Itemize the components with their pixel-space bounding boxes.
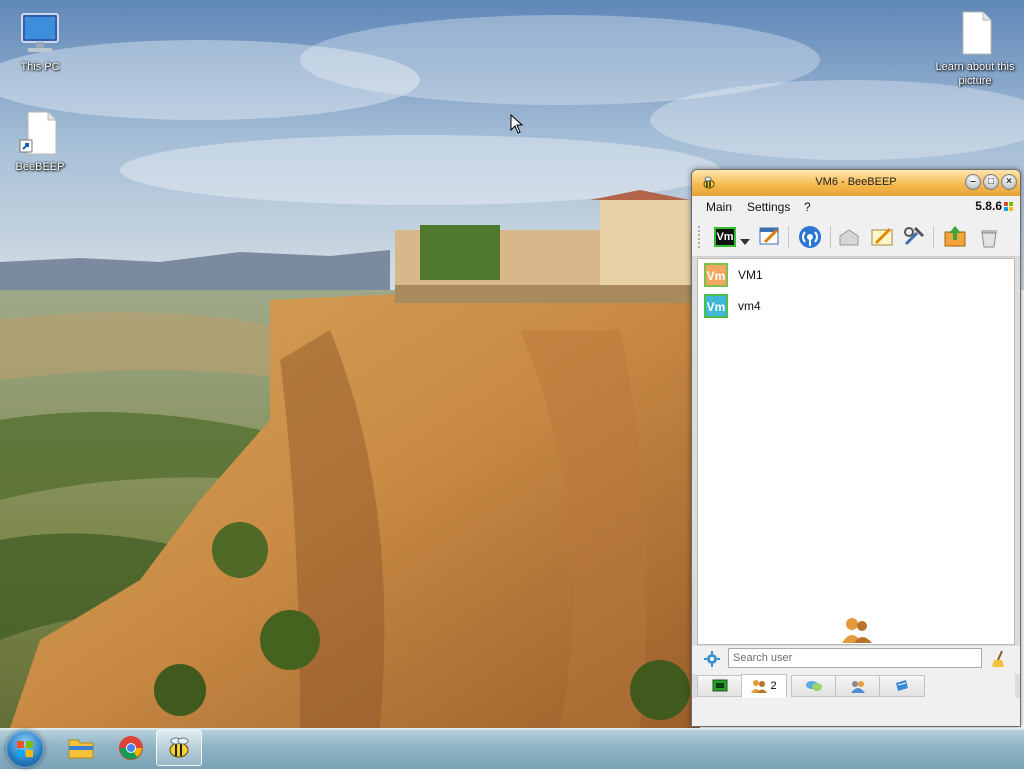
files-icon: [896, 680, 908, 691]
taskbar-beebeep[interactable]: [156, 730, 202, 766]
windows-orb-icon[interactable]: [6, 730, 44, 768]
edit-profile-button[interactable]: [757, 224, 783, 250]
tab-chats[interactable]: [791, 675, 837, 697]
users-icon: [751, 680, 768, 693]
menubar: Main Settings ? 5.8.6: [692, 196, 1020, 218]
menu-help[interactable]: ?: [804, 200, 811, 214]
maximize-button[interactable]: □: [983, 174, 999, 190]
my-status-avatar-button[interactable]: Vm: [714, 227, 736, 247]
version-label: 5.8.6: [975, 199, 1002, 213]
tab-files[interactable]: [879, 675, 925, 697]
desktop-icon-label: BeeBEEP: [15, 161, 65, 173]
edit-vcard-button[interactable]: [869, 224, 895, 250]
file-icon: [951, 10, 999, 58]
chat-bubbles-icon: [806, 681, 822, 691]
shortcut-file-icon: [16, 110, 64, 158]
status-bar: [692, 698, 1020, 726]
desktop-icon-learn-about-picture[interactable]: Learn about this picture: [935, 10, 1015, 88]
clear-search-broom-icon[interactable]: [990, 650, 1008, 671]
clear-trash-button[interactable]: [976, 224, 1002, 250]
groups-icon: [851, 681, 865, 693]
window-titlebar[interactable]: VM6 - BeeBEEP – □ ×: [692, 170, 1020, 196]
desktop-icon-label: Learn about this picture: [935, 61, 1015, 87]
mouse-cursor-icon: [510, 113, 524, 137]
folder-icon: [68, 739, 94, 759]
close-button[interactable]: ×: [1001, 174, 1017, 190]
filter-gear-icon[interactable]: [704, 651, 720, 670]
user-name: VM1: [738, 268, 763, 282]
menu-main[interactable]: Main: [706, 200, 732, 214]
view-tabs: 2: [697, 674, 1015, 698]
user-list-item[interactable]: Vm VM1: [704, 263, 1004, 289]
preferences-button[interactable]: [901, 224, 927, 250]
users-watermark-icon: [842, 617, 872, 646]
search-user-input[interactable]: [728, 648, 982, 668]
bee-icon: [169, 737, 189, 758]
chrome-icon: [119, 736, 143, 760]
menu-settings[interactable]: Settings: [747, 200, 790, 214]
chat-screen-icon: [712, 679, 728, 692]
tab-chat-list[interactable]: [697, 675, 743, 697]
user-list-item[interactable]: Vm vm4: [704, 294, 1004, 320]
taskbar-chrome[interactable]: [108, 730, 154, 766]
desktop-icon-beebeep[interactable]: BeeBEEP: [0, 110, 80, 174]
minimize-button[interactable]: –: [965, 174, 981, 190]
taskbar-file-explorer[interactable]: [58, 730, 104, 766]
user-avatar: Vm: [704, 263, 728, 287]
user-list[interactable]: Vm VM1 Vm vm4: [697, 258, 1015, 645]
users-count: 2: [770, 680, 777, 692]
windows-flag-icon: [1004, 201, 1014, 211]
send-file-button[interactable]: [836, 224, 862, 250]
user-avatar: Vm: [704, 294, 728, 318]
desktop-icon-this-pc[interactable]: This PC: [0, 10, 80, 74]
desktop-icon-label: This PC: [20, 61, 60, 73]
network-broadcast-button[interactable]: [797, 224, 823, 250]
tab-users[interactable]: 2: [741, 674, 787, 698]
search-bar: [692, 646, 1020, 674]
toolbar-grip: [698, 226, 703, 248]
status-dropdown-icon[interactable]: [740, 234, 750, 248]
computer-icon: [16, 10, 64, 58]
tab-groups[interactable]: [835, 675, 881, 697]
user-name: vm4: [738, 299, 761, 313]
beebeep-window[interactable]: VM6 - BeeBEEP – □ × Main Settings ? 5.8.…: [691, 169, 1021, 727]
update-button[interactable]: [942, 224, 968, 250]
